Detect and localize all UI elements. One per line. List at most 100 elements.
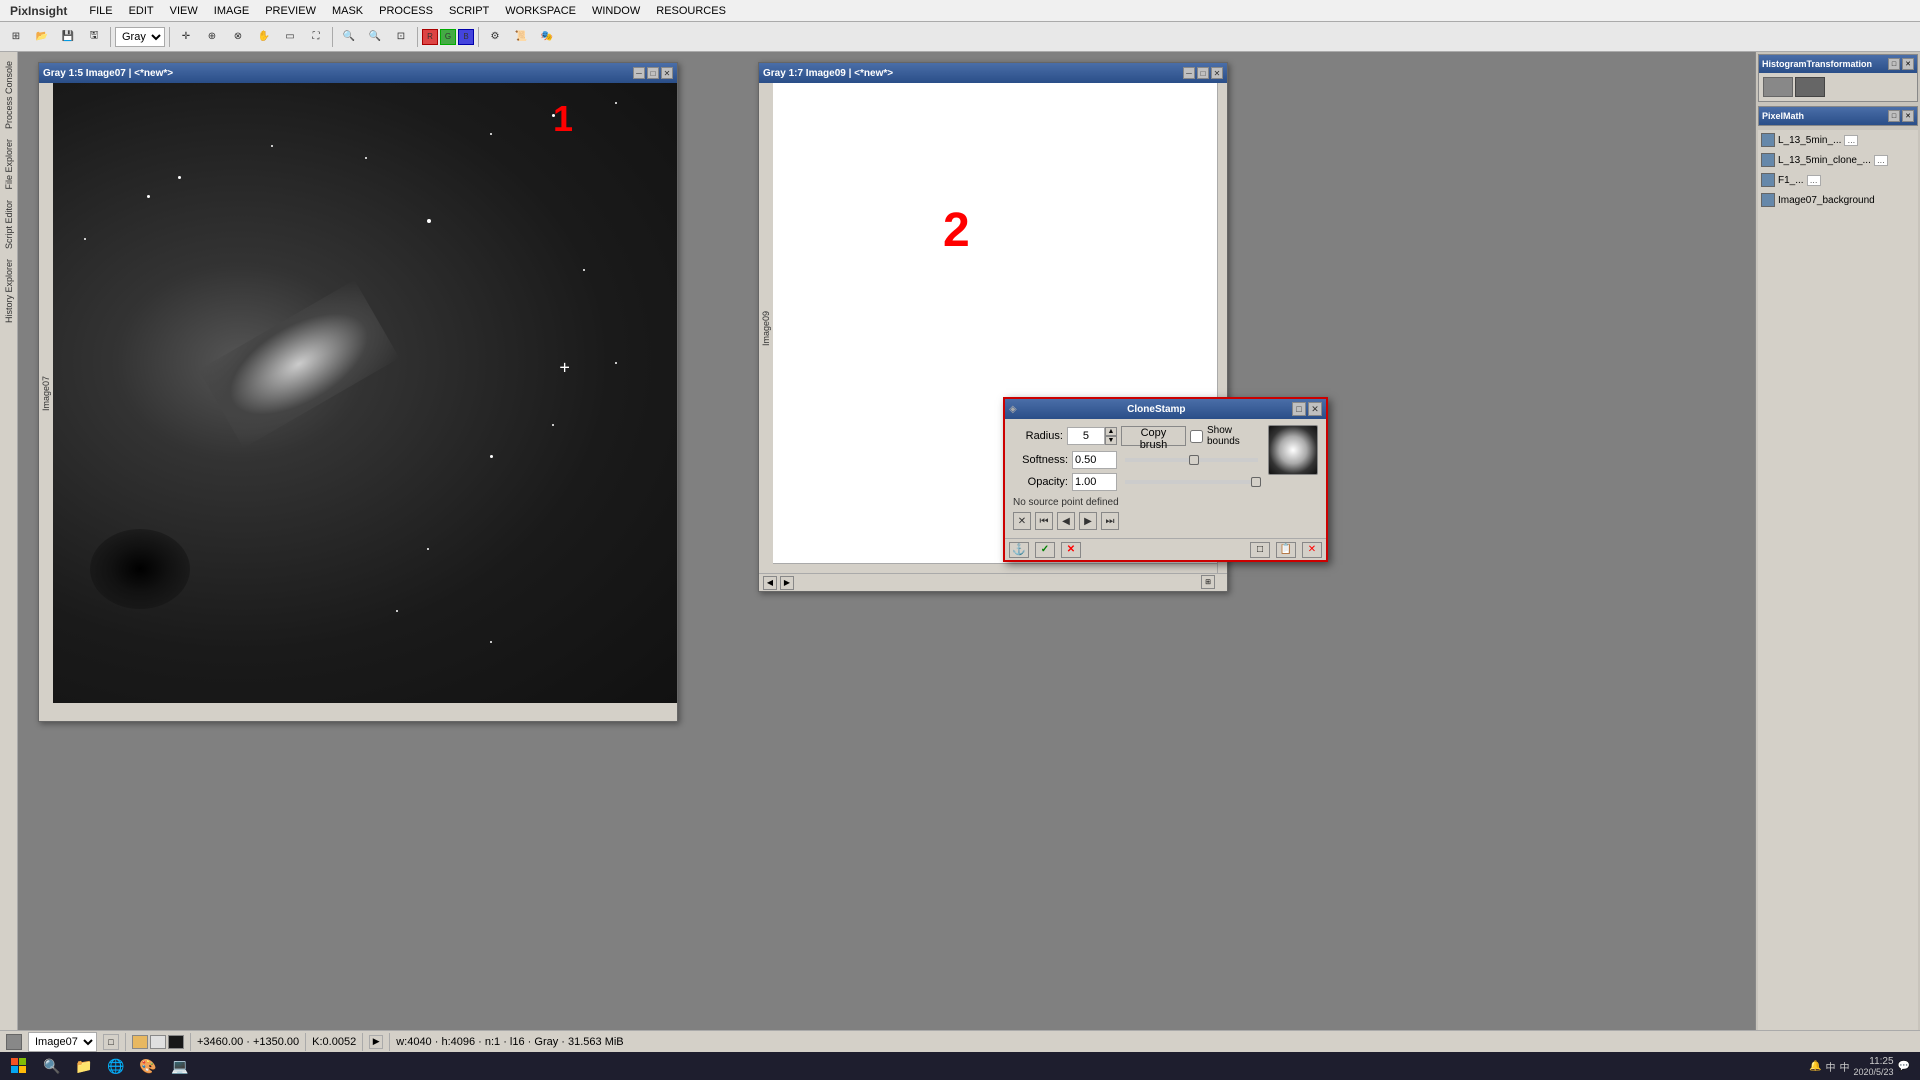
sidebar-tab-file-explorer[interactable]: File Explorer (1, 134, 17, 195)
menu-script[interactable]: SCRIPT (441, 3, 497, 19)
cs-prev-btn[interactable]: ◀ (1057, 512, 1075, 530)
statusbar-icon[interactable] (6, 1034, 22, 1050)
copy-brush-button[interactable]: Copy brush (1121, 426, 1186, 446)
pm-titlebar[interactable]: PixelMath □ ✕ (1759, 107, 1917, 125)
star (147, 195, 150, 198)
cs-softness-label: Softness: (1013, 454, 1068, 466)
taskbar-other-btn[interactable]: 💻 (166, 1054, 194, 1078)
cs-pin-btn[interactable]: □ (1292, 402, 1306, 416)
tb-move[interactable]: ✛ (174, 25, 198, 49)
tb-save-as[interactable]: 🖫 (82, 25, 106, 49)
statusbar-image-select[interactable]: Image07 (28, 1032, 97, 1052)
cs-footer-icon2[interactable]: 📋 (1276, 542, 1296, 558)
tb-pan[interactable]: ✋ (252, 25, 276, 49)
ht-pin-btn[interactable]: □ (1888, 58, 1900, 70)
start-btn[interactable] (4, 1054, 34, 1078)
layer-item-0[interactable]: L_13_5min_... … (1758, 130, 1918, 150)
pm-close-btn[interactable]: ✕ (1902, 110, 1914, 122)
menu-edit[interactable]: EDIT (121, 3, 162, 19)
sidebar-tab-history-explorer[interactable]: History Explorer (1, 254, 17, 328)
cs-skip-back-btn[interactable]: ⏮ (1035, 512, 1053, 530)
img09-titlebar[interactable]: Gray 1:7 Image09 | <*new*> ─ □ ✕ (759, 63, 1227, 83)
taskbar-app-btn[interactable]: 🎨 (134, 1054, 162, 1078)
taskbar-explorer-btn[interactable]: 📁 (70, 1054, 98, 1078)
tb-zoom-out[interactable]: 🔍 (363, 25, 387, 49)
menu-mask[interactable]: MASK (324, 3, 371, 19)
img07-close-btn[interactable]: ✕ (661, 67, 673, 79)
img09-close-btn[interactable]: ✕ (1211, 67, 1223, 79)
layer-item-2[interactable]: F1_... … (1758, 170, 1918, 190)
img07-minimize-btn[interactable]: ─ (633, 67, 645, 79)
img09-scrollbar-h[interactable] (773, 563, 1217, 573)
img09-corner-btn[interactable]: ⊞ (1201, 575, 1215, 589)
menu-image[interactable]: IMAGE (206, 3, 257, 19)
cs-radius-up[interactable]: ▲ (1105, 427, 1117, 436)
cs-radius-input[interactable]: 5 (1067, 427, 1105, 445)
tb-new[interactable]: ⊞ (4, 25, 28, 49)
ht-close-btn[interactable]: ✕ (1902, 58, 1914, 70)
sidebar-tab-process-console[interactable]: Process Console (1, 56, 17, 134)
cs-apply-btn[interactable]: ✓ (1035, 542, 1055, 558)
cs-footer-icon1[interactable]: □ (1250, 542, 1270, 558)
img07-titlebar[interactable]: Gray 1:5 Image07 | <*new*> ─ □ ✕ (39, 63, 677, 83)
sidebar-tab-script-editor[interactable]: Script Editor (1, 195, 17, 254)
tb-process[interactable]: ⚙ (483, 25, 507, 49)
menu-view[interactable]: VIEW (162, 3, 206, 19)
img09-maximize-btn[interactable]: □ (1197, 67, 1209, 79)
color-box-2 (150, 1035, 166, 1049)
layer-item-3[interactable]: Image07_background (1758, 190, 1918, 210)
img07-maximize-btn[interactable]: □ (647, 67, 659, 79)
cs-radius-spinner[interactable]: 5 ▲ ▼ (1067, 427, 1117, 445)
cs-radius-down[interactable]: ▼ (1105, 436, 1117, 445)
tb-channel-r[interactable]: R (422, 29, 438, 45)
cs-discard-btn[interactable]: ✕ (1061, 542, 1081, 558)
menu-process[interactable]: PROCESS (371, 3, 441, 19)
menu-window[interactable]: WINDOW (584, 3, 648, 19)
cs-next-btn[interactable]: ▶ (1079, 512, 1097, 530)
show-bounds-checkbox[interactable] (1190, 430, 1203, 443)
tb-channel-b[interactable]: B (458, 29, 474, 45)
statusbar-view-btn[interactable]: □ (103, 1034, 119, 1050)
img07-canvas[interactable]: 1 + (53, 83, 677, 703)
cs-softness-thumb[interactable] (1189, 455, 1199, 465)
pm-pin-btn[interactable]: □ (1888, 110, 1900, 122)
img09-minimize-btn[interactable]: ─ (1183, 67, 1195, 79)
tb-select[interactable]: ⊕ (200, 25, 224, 49)
statusbar-play-btn[interactable]: ▶ (369, 1035, 383, 1049)
taskbar-search-btn[interactable]: 🔍 (38, 1054, 66, 1078)
cs-softness-input[interactable]: 0.50 (1072, 451, 1117, 469)
tb-zoom-in[interactable]: 🔍 (337, 25, 361, 49)
statusbar-sep2 (190, 1033, 191, 1051)
cs-skip-fwd-btn[interactable]: ⏭ (1101, 512, 1119, 530)
menubar: PixInsight FILE EDIT VIEW IMAGE PREVIEW … (0, 0, 1920, 22)
cs-close-btn[interactable]: ✕ (1308, 402, 1322, 416)
tb-zoom[interactable]: ⊗ (226, 25, 250, 49)
taskbar-chrome-btn[interactable]: 🌐 (102, 1054, 130, 1078)
tb-zoom-fit[interactable]: ⊡ (389, 25, 413, 49)
cs-clear-btn[interactable]: ✕ (1013, 512, 1031, 530)
cs-opacity-thumb[interactable] (1251, 477, 1261, 487)
ht-titlebar[interactable]: HistogramTransformation □ ✕ (1759, 55, 1917, 73)
menu-resources[interactable]: RESOURCES (648, 3, 734, 19)
menu-preview[interactable]: PREVIEW (257, 3, 324, 19)
tb-rect[interactable]: ▭ (278, 25, 302, 49)
menu-file[interactable]: FILE (81, 3, 120, 19)
menu-workspace[interactable]: WORKSPACE (497, 3, 584, 19)
tb-save[interactable]: 💾 (56, 25, 80, 49)
tray-notification-btn[interactable]: 💬 (1898, 1061, 1910, 1072)
tb-mask[interactable]: 🎭 (535, 25, 559, 49)
cs-softness-slider[interactable] (1125, 458, 1258, 462)
layer-item-1[interactable]: L_13_5min_clone_... … (1758, 150, 1918, 170)
cs-opacity-input[interactable]: 1.00 (1072, 473, 1117, 491)
img09-scroll-left[interactable]: ◀ (763, 576, 777, 590)
tb-channel-g[interactable]: G (440, 29, 456, 45)
cs-footer-close2[interactable]: ✕ (1302, 542, 1322, 558)
img09-scroll-right[interactable]: ▶ (780, 576, 794, 590)
cs-anchor-btn[interactable]: ⚓ (1009, 542, 1029, 558)
tb-script[interactable]: 📜 (509, 25, 533, 49)
tb-open[interactable]: 📂 (30, 25, 54, 49)
color-profile-select[interactable]: Gray RGB (115, 27, 165, 47)
clone-stamp-titlebar[interactable]: ◈ CloneStamp □ ✕ (1005, 399, 1326, 419)
cs-opacity-slider[interactable] (1125, 480, 1258, 484)
tb-fullscreen[interactable]: ⛶ (304, 25, 328, 49)
